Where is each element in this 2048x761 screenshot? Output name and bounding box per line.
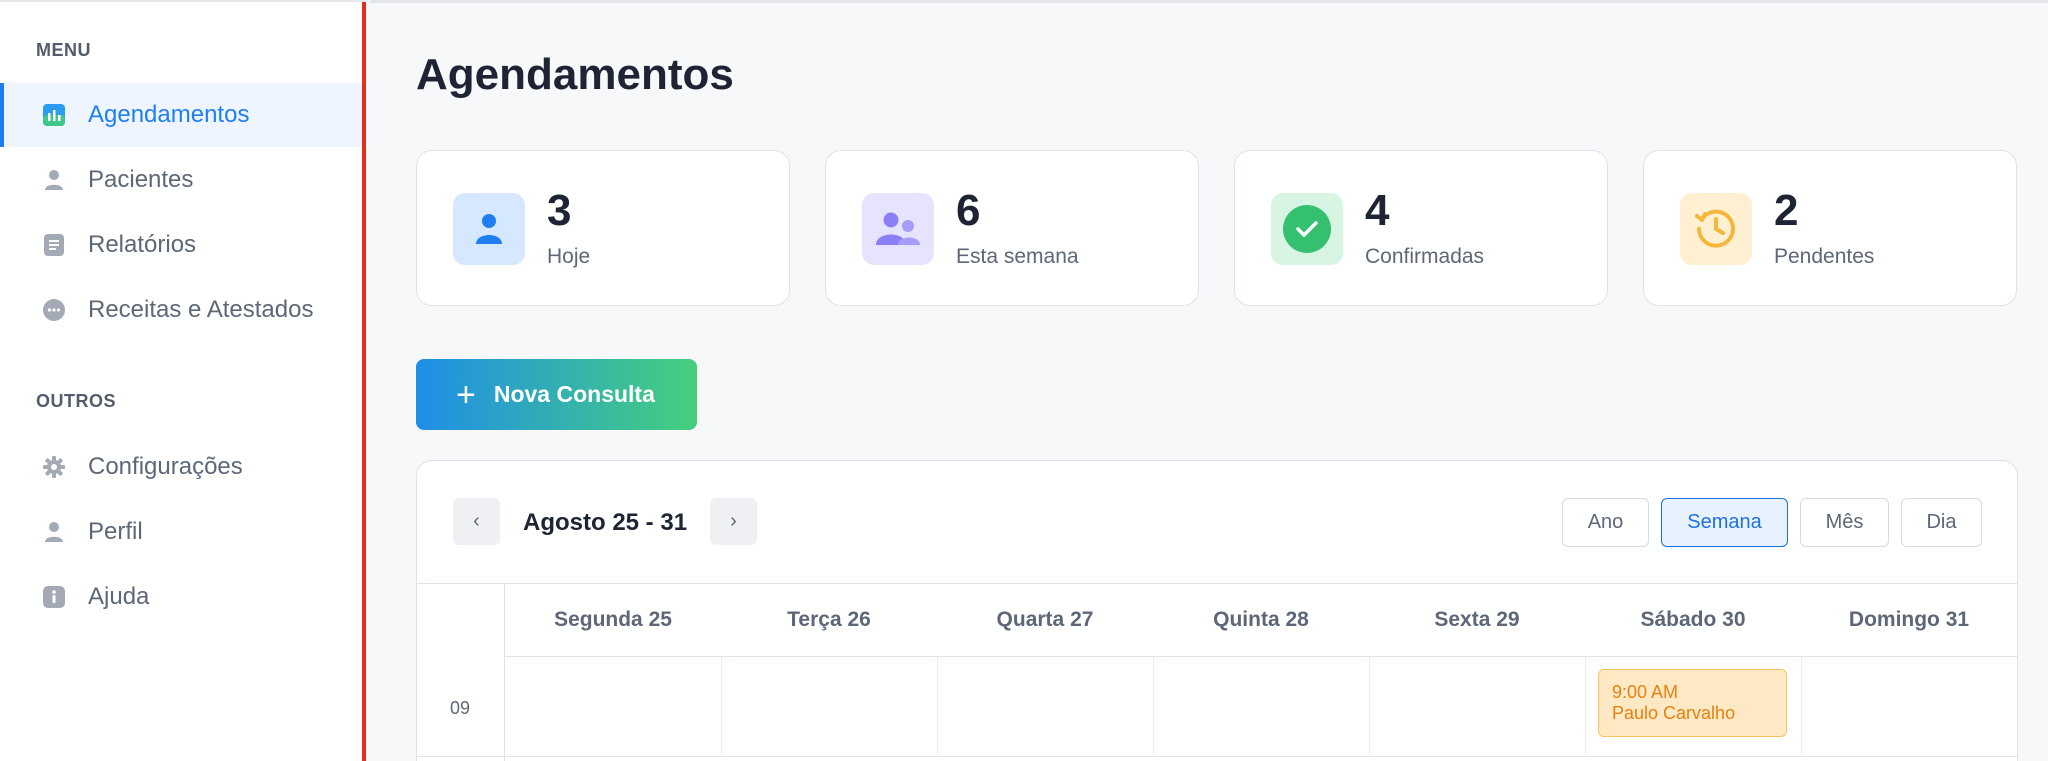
prev-week-button[interactable]: ‹ xyxy=(453,498,500,545)
calendar: ‹ Agosto 25 - 31 › Ano Semana Mês Dia Se… xyxy=(416,460,2018,761)
document-icon xyxy=(42,233,66,257)
view-semana-button[interactable]: Semana xyxy=(1661,498,1788,547)
day-header: Sexta 29 xyxy=(1434,607,1520,631)
sidebar-divider xyxy=(0,0,366,2)
user-icon xyxy=(42,168,66,192)
stat-value: 3 xyxy=(547,186,572,235)
main-content: Agendamentos 3 Hoje 6 Esta semana 4 Conf… xyxy=(370,0,2048,761)
next-week-button[interactable]: › xyxy=(710,498,757,545)
others-section-title: OUTROS xyxy=(36,391,117,411)
sidebar-item-configuracoes[interactable]: Configurações xyxy=(0,435,362,499)
stat-label: Confirmadas xyxy=(1365,245,1485,268)
check-circle-icon xyxy=(1271,193,1343,265)
day-header: Quinta 28 xyxy=(1213,607,1309,631)
day-header: Quarta 27 xyxy=(996,607,1094,631)
gear-icon xyxy=(42,455,66,479)
day-header: Terça 26 xyxy=(787,607,871,631)
column-divider xyxy=(721,657,722,757)
sidebar-item-label: Configurações xyxy=(88,453,243,480)
sidebar-item-label: Relatórios xyxy=(88,231,197,258)
sidebar-item-label: Pacientes xyxy=(88,166,194,193)
view-ano-button[interactable]: Ano xyxy=(1562,498,1649,547)
appointment-event[interactable]: 9:00 AM Paulo Carvalho xyxy=(1598,669,1787,737)
stat-card-confirmadas: 4 Confirmadas xyxy=(1234,150,1608,306)
sidebar-item-label: Receitas e Atestados xyxy=(88,296,314,323)
sidebar-item-perfil[interactable]: Perfil xyxy=(0,500,362,564)
view-dia-button[interactable]: Dia xyxy=(1901,498,1982,547)
stat-value: 2 xyxy=(1774,186,1799,235)
calendar-range: Agosto 25 - 31 xyxy=(523,509,688,536)
sidebar: MENU Agendamentos Pacientes Relatórios R… xyxy=(0,0,366,761)
nova-consulta-label: Nova Consulta xyxy=(493,381,655,407)
column-divider xyxy=(1801,657,1802,757)
day-header: Domingo 31 xyxy=(1848,607,1970,631)
plus-icon: + xyxy=(456,375,476,414)
event-time: 9:00 AM xyxy=(1612,682,1679,702)
row-divider xyxy=(417,756,2017,757)
hour-label: 09 xyxy=(450,698,471,718)
menu-section-title: MENU xyxy=(36,40,91,60)
sidebar-item-agendamentos[interactable]: Agendamentos xyxy=(0,83,362,147)
column-divider xyxy=(1369,657,1370,757)
column-divider xyxy=(1585,657,1586,757)
person-icon xyxy=(453,193,525,265)
column-divider xyxy=(1153,657,1154,757)
view-mes-button[interactable]: Mês xyxy=(1800,498,1889,547)
header-divider xyxy=(504,656,2017,657)
stat-card-pendentes: 2 Pendentes xyxy=(1643,150,2017,306)
stat-value: 4 xyxy=(1365,186,1390,235)
stat-card-hoje: 3 Hoje xyxy=(416,150,790,306)
sidebar-item-label: Ajuda xyxy=(88,583,150,610)
day-header: Segunda 25 xyxy=(554,607,672,631)
sidebar-item-pacientes[interactable]: Pacientes xyxy=(0,148,362,212)
stat-card-semana: 6 Esta semana xyxy=(825,150,1199,306)
user-icon xyxy=(42,520,66,544)
nova-consulta-button[interactable]: + Nova Consulta xyxy=(416,359,697,430)
chart-icon xyxy=(42,103,66,127)
top-divider xyxy=(370,0,2048,3)
sidebar-item-relatorios[interactable]: Relatórios xyxy=(0,213,362,277)
stat-label: Pendentes xyxy=(1774,245,1875,268)
event-patient: Paulo Carvalho xyxy=(1612,703,1736,723)
sidebar-item-label: Perfil xyxy=(88,518,143,545)
day-header: Sábado 30 xyxy=(1640,607,1746,631)
sidebar-item-ajuda[interactable]: Ajuda xyxy=(0,565,362,629)
sidebar-item-receitas[interactable]: Receitas e Atestados xyxy=(0,278,362,342)
stat-value: 6 xyxy=(956,186,981,235)
history-clock-icon xyxy=(1680,193,1752,265)
stat-label: Esta semana xyxy=(956,245,1079,268)
page-title: Agendamentos xyxy=(416,50,734,99)
people-icon xyxy=(862,193,934,265)
stat-label: Hoje xyxy=(547,245,591,268)
column-divider xyxy=(937,657,938,757)
sidebar-item-label: Agendamentos xyxy=(88,101,250,128)
info-icon xyxy=(42,585,66,609)
chat-icon xyxy=(42,298,66,322)
